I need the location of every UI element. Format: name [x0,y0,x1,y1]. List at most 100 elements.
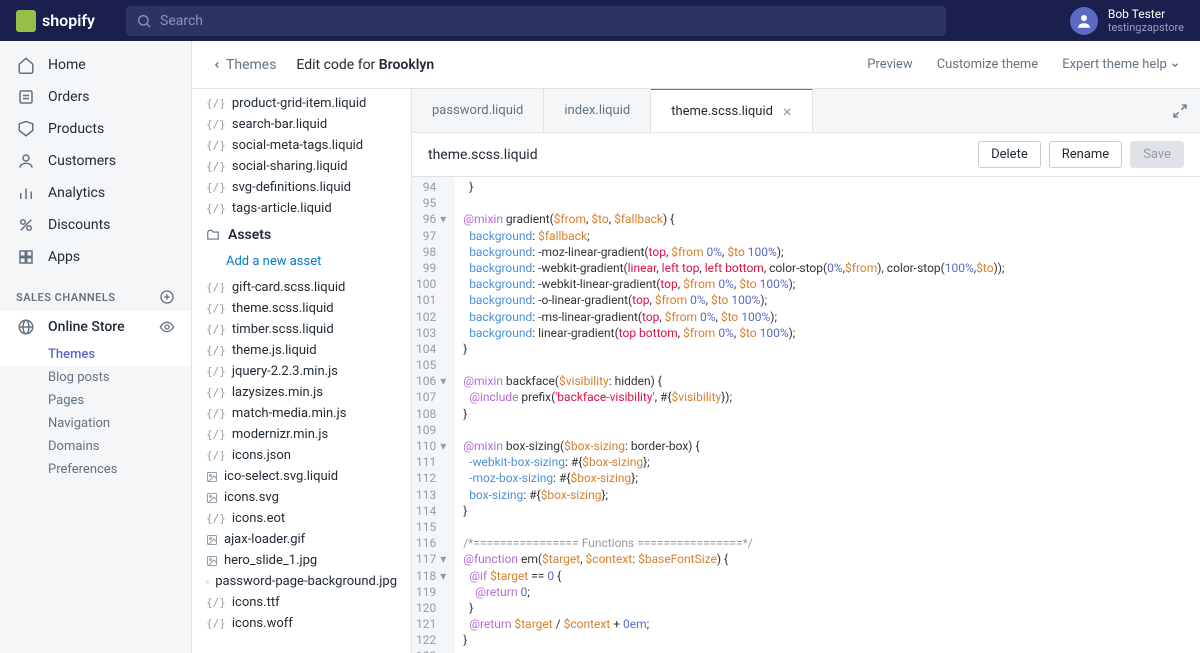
tree-item[interactable]: {/}svg-definitions.liquid [192,177,411,198]
code-file-icon: {/} [206,281,226,294]
shopify-logo-icon [16,10,36,32]
nav-sub-blog-posts[interactable]: Blog posts [0,366,191,389]
home-icon [16,55,36,75]
code-file-icon: {/} [206,365,226,378]
user-name: Bob Tester [1108,7,1184,21]
eye-icon[interactable] [159,319,175,335]
add-channel-icon[interactable] [159,289,175,305]
tree-item[interactable]: password-page-background.jpg [192,571,411,592]
image-file-icon [206,492,218,504]
close-tab-icon[interactable]: × [783,102,792,121]
tab-index-liquid[interactable]: index.liquid [544,89,651,132]
nav-products[interactable]: Products [0,113,191,145]
tree-item[interactable]: {/}gift-card.scss.liquid [192,277,411,298]
avatar [1070,7,1098,35]
nav-sub-domains[interactable]: Domains [0,435,191,458]
analytics-icon [16,183,36,203]
search-placeholder: Search [160,13,203,29]
nav-sub-pages[interactable]: Pages [0,389,191,412]
breadcrumb-bar: Themes Edit code for Brooklyn Preview Cus… [192,41,1200,89]
rename-button[interactable]: Rename [1049,141,1122,168]
tree-item[interactable]: ico-select.svg.liquid [192,466,411,487]
tree-item[interactable]: {/}jquery-2.2.3.min.js [192,361,411,382]
orders-icon [16,87,36,107]
customers-icon [16,151,36,171]
code-file-icon: {/} [206,512,226,525]
code-file-icon: {/} [206,97,226,110]
tree-item[interactable]: icons.svg [192,487,411,508]
tree-item[interactable]: {/}social-meta-tags.liquid [192,135,411,156]
code-file-icon: {/} [206,386,226,399]
discounts-icon [16,215,36,235]
code-file-icon: {/} [206,407,226,420]
back-to-themes[interactable]: Themes [212,57,276,73]
nav-home[interactable]: Home [0,49,191,81]
action-customize-theme[interactable]: Customize theme [937,57,1039,72]
tree-item[interactable]: {/}tags-article.liquid [192,198,411,219]
code-file-icon: {/} [206,596,226,609]
image-file-icon [206,471,218,483]
apps-icon [16,247,36,267]
tree-item[interactable]: {/}timber.scss.liquid [192,319,411,340]
file-tree: {/}product-grid-item.liquid{/}search-bar… [192,89,412,653]
store-icon [16,317,36,337]
sales-channels-header: SALES CHANNELS [0,273,191,311]
code-file-icon: {/} [206,302,226,315]
page-title: Edit code for Brooklyn [296,57,434,73]
chevron-left-icon [212,59,222,71]
add-asset-link[interactable]: Add a new asset [192,251,411,277]
code-file-icon: {/} [206,202,226,215]
tree-item[interactable]: {/}icons.json [192,445,411,466]
image-file-icon [206,576,209,588]
tree-item[interactable]: hero_slide_1.jpg [192,550,411,571]
code-file-icon: {/} [206,118,226,131]
logo[interactable]: shopify [16,10,95,32]
tree-item[interactable]: {/}theme.js.liquid [192,340,411,361]
tree-item[interactable]: {/}product-grid-item.liquid [192,93,411,114]
search-bar[interactable]: Search [126,6,946,36]
tree-item[interactable]: {/}icons.eot [192,508,411,529]
nav-orders[interactable]: Orders [0,81,191,113]
sidebar: HomeOrdersProductsCustomersAnalyticsDisc… [0,41,192,653]
code-file-icon: {/} [206,449,226,462]
image-file-icon [206,555,218,567]
action-preview[interactable]: Preview [867,57,912,72]
tree-item[interactable]: {/}icons.ttf [192,592,411,613]
tree-item[interactable]: {/}modernizr.min.js [192,424,411,445]
nav-sub-preferences[interactable]: Preferences [0,458,191,481]
tab-password-liquid[interactable]: password.liquid [412,89,544,132]
delete-button[interactable]: Delete [978,141,1041,168]
file-header: theme.scss.liquid Delete Rename Save [412,133,1200,177]
nav-sub-themes[interactable]: Themes [0,343,191,366]
code-file-icon: {/} [206,344,226,357]
nav-customers[interactable]: Customers [0,145,191,177]
tree-item[interactable]: ajax-loader.gif [192,529,411,550]
tab-theme-scss-liquid[interactable]: theme.scss.liquid× [651,89,812,132]
nav-apps[interactable]: Apps [0,241,191,273]
file-name: theme.scss.liquid [428,147,538,163]
nav-online-store[interactable]: Online Store [0,311,191,343]
tree-item[interactable]: {/}match-media.min.js [192,403,411,424]
user-store: testingzapstore [1108,21,1184,34]
code-file-icon: {/} [206,181,226,194]
action-expert-theme-help[interactable]: Expert theme help [1062,57,1180,72]
nav-discounts[interactable]: Discounts [0,209,191,241]
nav-sub-navigation[interactable]: Navigation [0,412,191,435]
tree-item[interactable]: {/}icons.woff [192,613,411,634]
tree-item[interactable]: {/}theme.scss.liquid [192,298,411,319]
expand-editor[interactable] [1160,89,1200,132]
tree-item[interactable]: {/}social-sharing.liquid [192,156,411,177]
search-icon [136,13,152,29]
editor-tabs: password.liquidindex.liquidtheme.scss.li… [412,89,1200,133]
assets-folder[interactable]: Assets [192,219,411,251]
code-file-icon: {/} [206,428,226,441]
brand-text: shopify [42,11,95,30]
tree-item[interactable]: {/}search-bar.liquid [192,114,411,135]
expand-icon [1172,103,1188,119]
code-file-icon: {/} [206,323,226,336]
nav-analytics[interactable]: Analytics [0,177,191,209]
code-file-icon: {/} [206,617,226,630]
tree-item[interactable]: {/}lazysizes.min.js [192,382,411,403]
user-menu[interactable]: Bob Tester testingzapstore [1070,7,1184,35]
code-editor[interactable]: 94 95 96▾97 98 99 100 101 102 103 104 10… [412,177,1200,653]
